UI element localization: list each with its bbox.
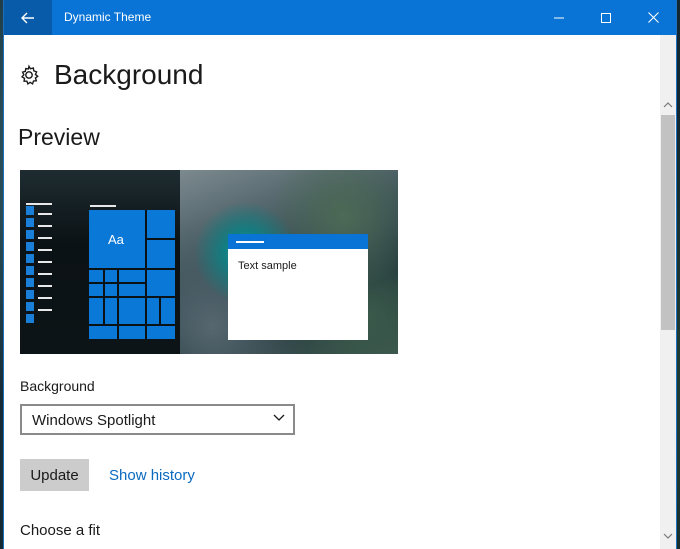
chevron-down-icon [273,414,285,421]
background-label: Background [20,378,95,394]
sample-window-titlebar [228,234,368,249]
minimize-button[interactable] [536,0,582,35]
rail-line [38,249,52,251]
tile-gap [117,324,119,339]
close-icon [647,12,659,23]
rail-tile [26,290,34,299]
rail-header-line [26,203,52,205]
rail-tile [26,266,34,275]
rail-tile [26,218,34,227]
page-title: Background [54,59,204,90]
title-bar: Dynamic Theme [4,0,676,35]
sample-text: Text sample [238,260,297,272]
rail-line [38,309,52,311]
arrow-left-icon [21,12,34,23]
rail-tile [26,302,34,311]
dropdown-selected-value: Windows Spotlight [32,412,156,429]
gear-icon [20,64,39,85]
rail-line [38,237,52,239]
rail-tile [26,254,34,263]
tile-label: Aa [108,232,124,247]
rail-line [38,285,52,287]
scroll-up-icon[interactable] [663,101,673,108]
rail-line [38,261,52,263]
rail-tile [26,230,34,239]
update-button[interactable]: Update [20,459,89,491]
tile-gap [89,324,175,326]
rail-line [38,213,52,215]
sample-title-line [236,241,264,243]
scroll-thumb[interactable] [661,115,675,330]
minimize-icon [554,17,564,18]
rail-tile [26,314,34,323]
back-button[interactable] [4,0,52,35]
preview-rail [26,206,34,323]
tile-gap [145,238,175,240]
show-history-link[interactable]: Show history [109,467,195,484]
tile-gap [159,298,161,324]
rail-tile [26,242,34,251]
page-header: Background [18,59,203,91]
scroll-down-icon[interactable] [663,533,673,540]
maximize-icon [601,12,611,23]
maximize-button[interactable] [583,0,629,35]
tile-gap [145,210,147,339]
theme-preview: Aa Text sample [20,170,398,354]
rail-tile [26,206,34,215]
preview-start-menu: Aa [20,170,180,354]
choose-fit-label: Choose a fit [20,522,101,539]
preview-heading: Preview [18,124,100,150]
rail-line [38,273,52,275]
background-dropdown[interactable]: Windows Spotlight [20,404,295,435]
tiles-block: Aa [89,210,175,339]
settings-window: Dynamic Theme Background Preview Aa Text… [4,0,676,549]
rail-line [38,225,52,227]
rail-line [38,297,52,299]
sample-window: Text sample [228,234,368,340]
tiles-header-line [90,205,116,207]
tile-gap [89,296,145,298]
window-title: Dynamic Theme [64,10,152,24]
vertical-scrollbar[interactable] [660,35,676,549]
content-area: Background Preview Aa Text sample Backgr… [4,35,660,549]
tile-gap [89,268,175,270]
rail-tile [26,278,34,287]
close-button[interactable] [630,0,676,35]
